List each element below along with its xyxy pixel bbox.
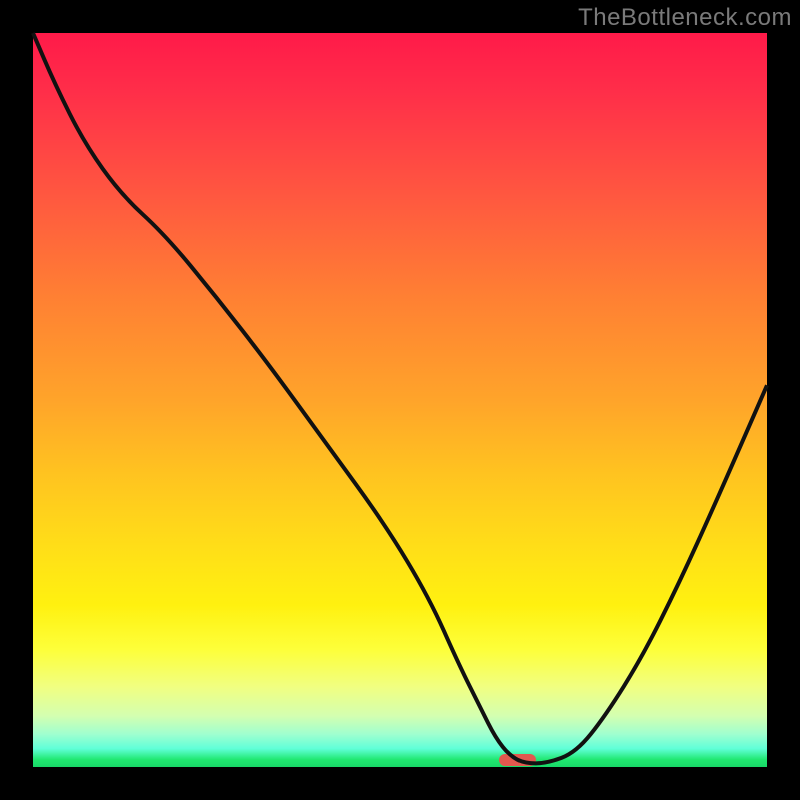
chart-frame: TheBottleneck.com — [0, 0, 800, 800]
bottleneck-curve — [33, 33, 767, 767]
curve-path — [33, 33, 767, 763]
plot-area — [33, 33, 767, 767]
watermark-text: TheBottleneck.com — [578, 4, 792, 32]
